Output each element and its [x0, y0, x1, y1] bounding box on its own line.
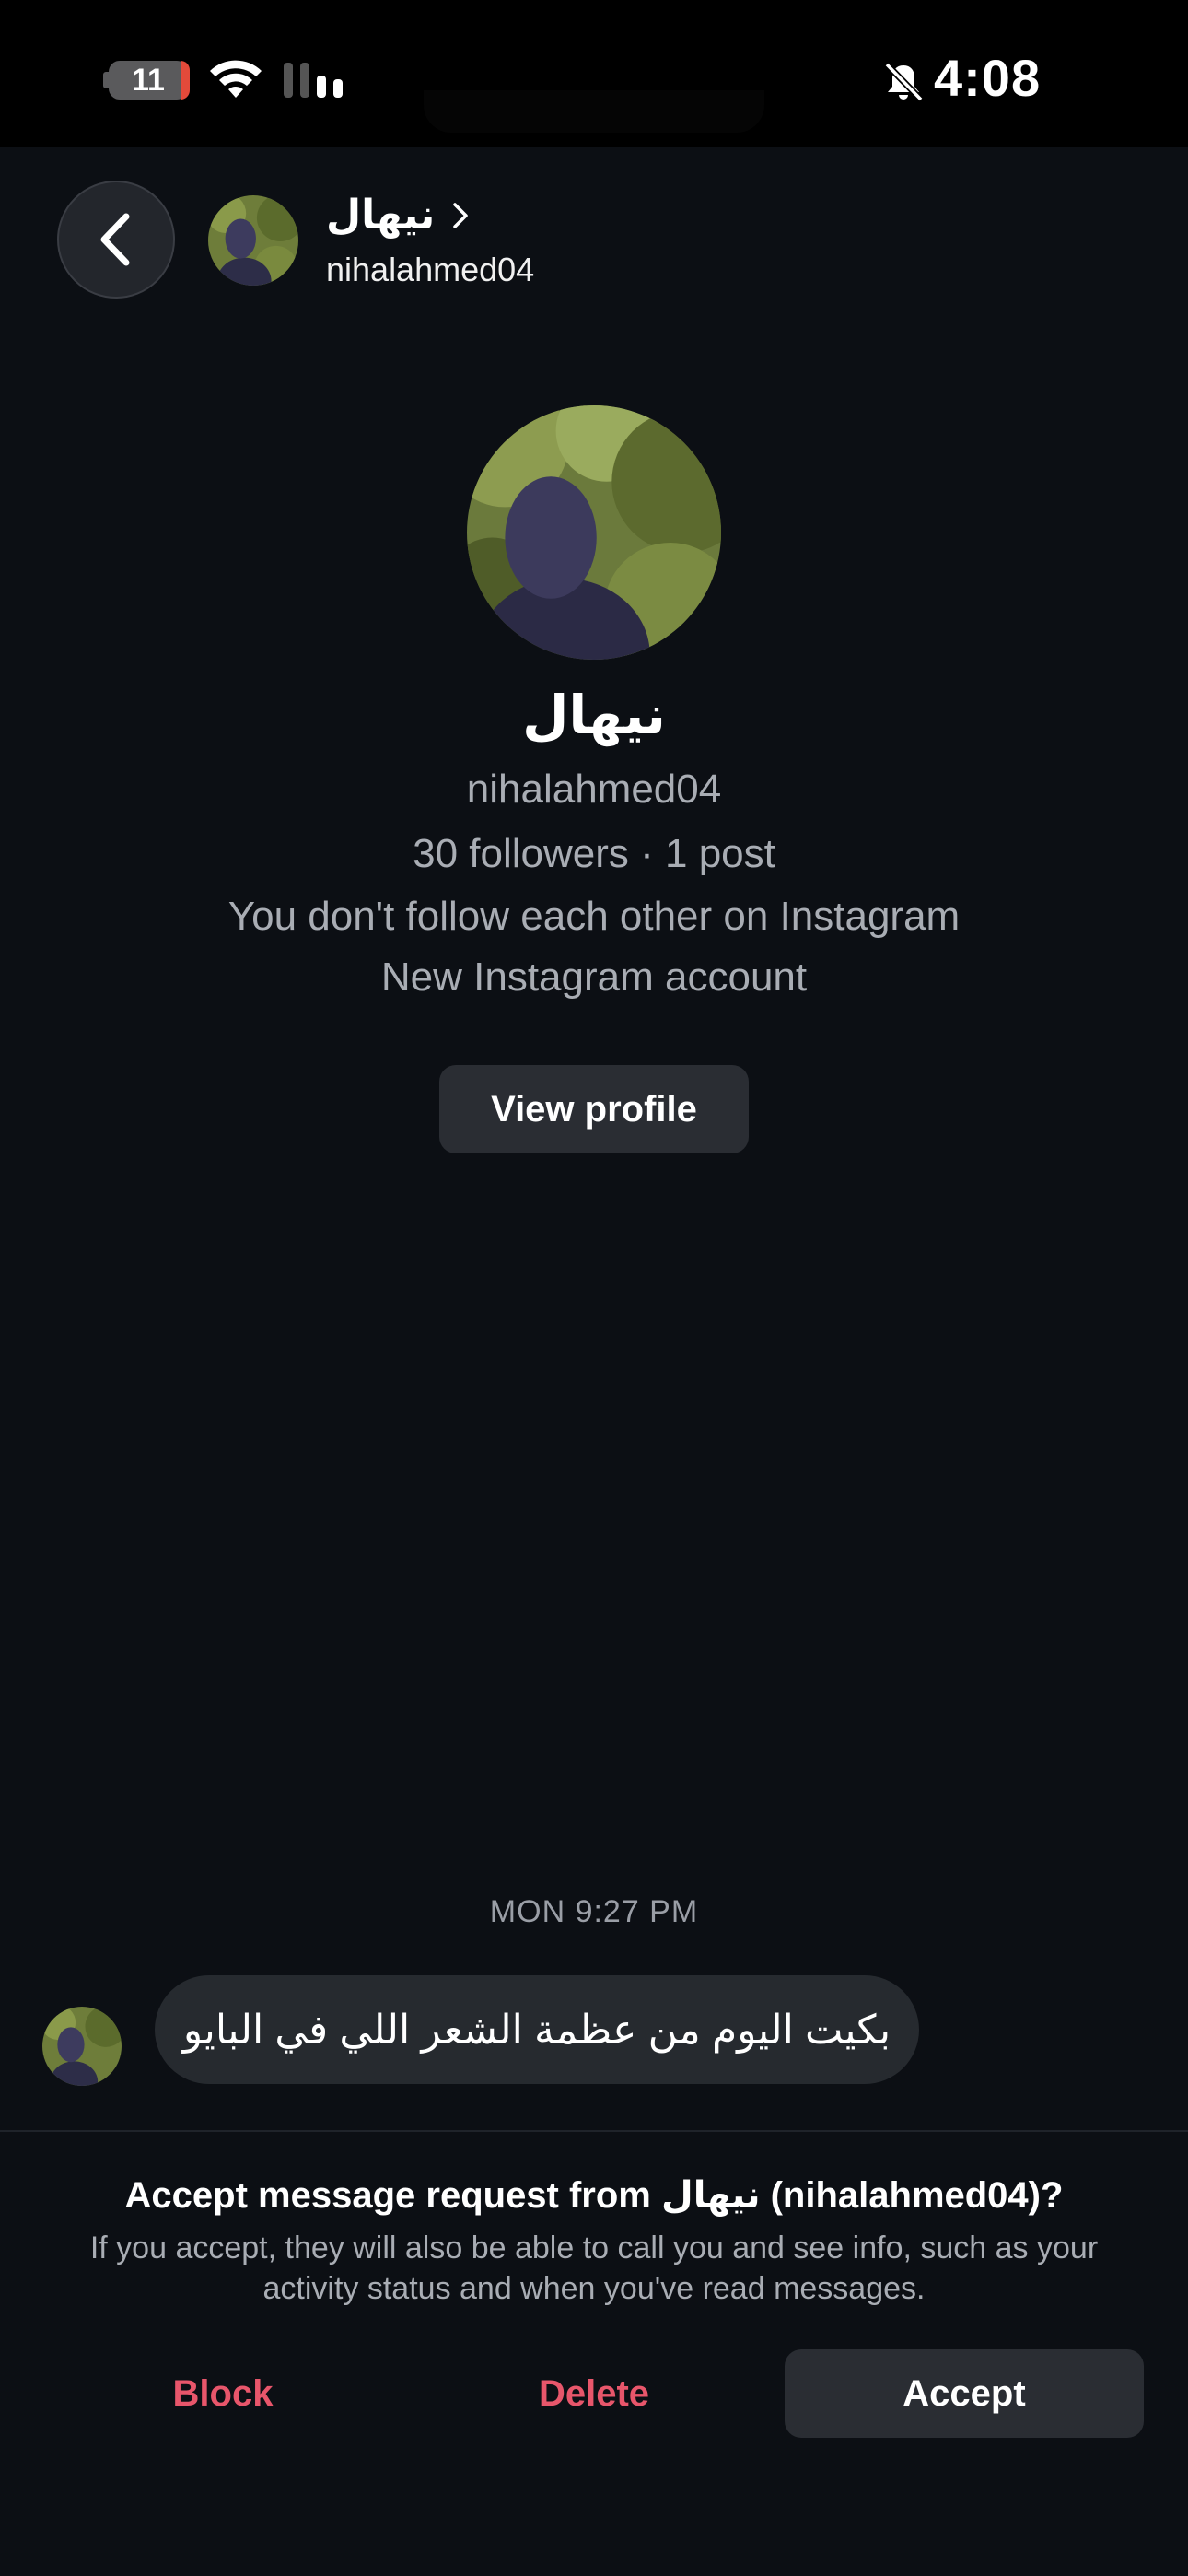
profile-avatar[interactable] [467, 405, 721, 660]
request-title: Accept message request from نيهال (nihal… [124, 2175, 1064, 2216]
status-time: 4:08 [934, 49, 1042, 107]
follow-status: You don't follow each other on Instagram [227, 894, 961, 939]
battery-low-indicator [181, 61, 190, 100]
profile-username: nihalahmed04 [466, 767, 722, 812]
header-avatar[interactable] [208, 195, 298, 286]
battery-level: 11 [132, 62, 165, 98]
avatar-image [467, 405, 721, 660]
avatar-image [208, 195, 298, 286]
cellular-signal-icon [284, 63, 343, 98]
message-avatar[interactable] [42, 2007, 122, 2086]
header-name-text: نيهال [326, 193, 436, 238]
bell-muted-icon [884, 62, 924, 102]
avatar-image [42, 2007, 122, 2086]
battery-indicator: 11 [109, 61, 188, 100]
profile-name: نيهال [522, 685, 666, 745]
profile-stats: 30 followers · 1 post [413, 831, 775, 876]
dynamic-island [424, 90, 764, 133]
header-username: nihalahmed04 [326, 251, 535, 288]
account-note: New Instagram account [380, 954, 808, 1000]
chevron-right-icon [453, 202, 468, 228]
message-timestamp: MON 9:27 PM [489, 1894, 699, 1929]
chevron-left-icon [100, 213, 130, 266]
message-bubble[interactable]: بكيت اليوم من عظمة الشعر اللي في البايو [155, 1975, 919, 2084]
view-profile-button[interactable]: View profile [439, 1065, 749, 1153]
request-description: If you accept, they will also be able to… [89, 2231, 1099, 2306]
wifi-icon [210, 60, 262, 98]
message-text: بكيت اليوم من عظمة الشعر اللي في البايو [182, 2007, 891, 2053]
block-button[interactable]: Block [57, 2349, 389, 2438]
divider [0, 2130, 1188, 2132]
back-button[interactable] [57, 181, 175, 299]
accept-button[interactable]: Accept [785, 2349, 1144, 2438]
header-name[interactable]: نيهال [326, 192, 470, 239]
delete-button[interactable]: Delete [427, 2349, 761, 2438]
